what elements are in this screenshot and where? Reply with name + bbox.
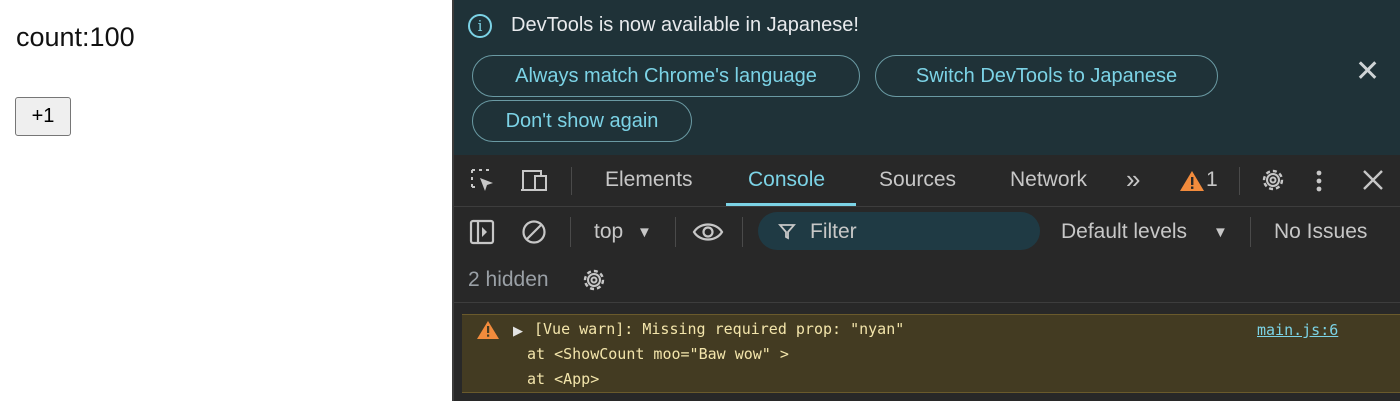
tabbar-separator <box>571 167 572 195</box>
active-tab-indicator <box>726 203 856 206</box>
toolbar-separator <box>1250 217 1251 247</box>
settings-gear-icon[interactable] <box>1259 166 1287 199</box>
devtools-tabbar: Elements Console Sources Network » 1 <box>454 155 1400 207</box>
increment-button[interactable]: +1 <box>15 97 71 136</box>
tab-console[interactable]: Console <box>748 168 825 192</box>
clear-console-icon[interactable] <box>521 219 547 250</box>
warning-count: 1 <box>1206 168 1218 191</box>
switch-to-japanese-button[interactable]: Switch DevTools to Japanese <box>875 55 1218 97</box>
infobar-message: DevTools is now available in Japanese! <box>511 14 859 36</box>
console-toolbar: top ▼ Filter Default levels ▼ No Issues <box>454 207 1400 257</box>
console-settings-gear-icon[interactable] <box>580 266 608 299</box>
tab-elements[interactable]: Elements <box>605 168 693 192</box>
expand-triangle-icon[interactable]: ▶ <box>513 323 523 339</box>
warning-icon <box>476 320 500 345</box>
always-match-language-button[interactable]: Always match Chrome's language <box>472 55 860 97</box>
console-warning-message[interactable]: ▶ [Vue warn]: Missing required prop: "ny… <box>462 314 1400 393</box>
hidden-messages-row: 2 hidden <box>454 257 1400 303</box>
tab-sources[interactable]: Sources <box>879 168 956 192</box>
toolbar-separator <box>570 217 571 247</box>
language-infobar: i DevTools is now available in Japanese!… <box>454 0 1400 155</box>
live-expression-eye-icon[interactable] <box>692 220 724 249</box>
close-infobar-icon[interactable]: ✕ <box>1355 57 1380 87</box>
source-link[interactable]: main.js:6 <box>1257 321 1338 339</box>
tab-network[interactable]: Network <box>1010 168 1087 192</box>
warning-text-line-1: [Vue warn]: Missing required prop: "nyan… <box>534 320 905 338</box>
levels-dropdown-icon[interactable]: ▼ <box>1213 224 1228 241</box>
filter-funnel-icon <box>778 222 796 245</box>
context-dropdown-icon[interactable]: ▼ <box>637 224 652 241</box>
more-tabs-chevron-icon[interactable]: » <box>1126 164 1140 195</box>
info-icon: i <box>468 14 492 38</box>
warning-text-line-3: at <App> <box>527 370 600 388</box>
filter-input[interactable]: Filter <box>758 212 1040 250</box>
more-options-icon[interactable] <box>1314 167 1324 200</box>
warning-text-line-2: at <ShowCount moo="Baw wow" > <box>527 345 789 363</box>
device-toolbar-icon[interactable] <box>520 167 550 200</box>
context-selector[interactable]: top <box>594 220 623 244</box>
log-levels-dropdown[interactable]: Default levels <box>1061 220 1187 244</box>
devtools-panel: i DevTools is now available in Japanese!… <box>454 0 1400 401</box>
filter-placeholder: Filter <box>810 220 857 243</box>
hidden-count: 2 hidden <box>468 268 549 291</box>
toolbar-separator <box>675 217 676 247</box>
count-text: count:100 <box>16 22 135 52</box>
inspect-element-icon[interactable] <box>469 167 497 200</box>
warning-icon <box>1180 171 1204 191</box>
close-devtools-icon[interactable] <box>1360 167 1386 198</box>
issues-counter[interactable]: No Issues <box>1274 220 1367 244</box>
sidebar-toggle-icon[interactable] <box>469 219 495 250</box>
warning-count-badge[interactable] <box>1179 170 1205 197</box>
page-content: count:100 +1 <box>0 0 452 401</box>
toolbar-separator <box>742 217 743 247</box>
tabbar-separator <box>1239 167 1240 195</box>
dont-show-again-button[interactable]: Don't show again <box>472 100 692 142</box>
